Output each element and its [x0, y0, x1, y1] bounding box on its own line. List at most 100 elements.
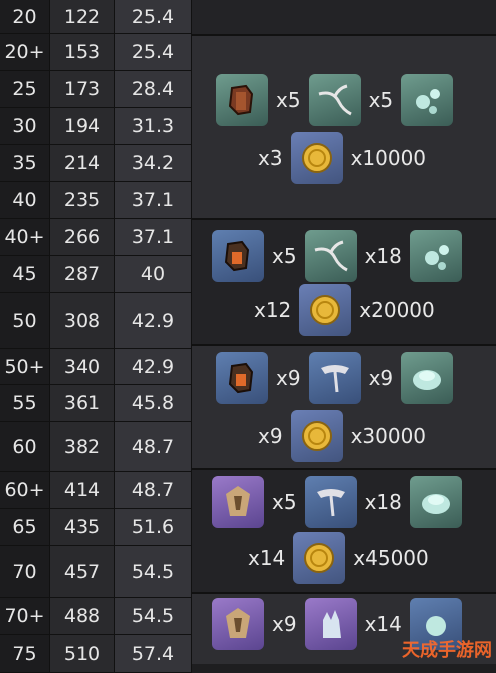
gem-cluster-icon: [212, 598, 264, 650]
secondary-stat-cell: 40: [115, 256, 192, 292]
gem-cluster-icon: [212, 476, 264, 528]
table-row: 40+ 266 37.1: [0, 219, 192, 256]
level-cell: 60+: [0, 472, 50, 508]
ore-chunk-icon: [216, 352, 268, 404]
materials-group: x5 x18 x14 x45000: [192, 468, 496, 592]
mora-qty: x20000: [359, 298, 435, 322]
secondary-stat-cell: 54.5: [115, 598, 192, 634]
table-row: 60+ 414 48.7: [0, 472, 192, 509]
secondary-stat-cell: 42.9: [115, 293, 192, 348]
level-cell: 70: [0, 546, 50, 597]
materials-line: x9 x9: [216, 352, 454, 404]
ore-chunk-icon: [212, 230, 264, 282]
materials-line: x14 x45000: [240, 532, 437, 584]
level-cell: 70+: [0, 598, 50, 634]
base-stat-cell: 266: [50, 219, 115, 255]
material-qty: x5: [368, 88, 394, 112]
table-row: 55 361 45.8: [0, 385, 192, 422]
base-stat-cell: 414: [50, 472, 115, 508]
base-stat-cell: 382: [50, 422, 115, 471]
materials-group: x9 x9 x9 x30000: [192, 344, 496, 468]
level-cell: 35: [0, 145, 50, 181]
horn-icon: [304, 476, 357, 528]
material-qty: x5: [272, 490, 297, 514]
secondary-stat-cell: 37.1: [115, 182, 192, 218]
slime-droplet-icon: [409, 230, 462, 282]
slime-blob-icon: [409, 476, 462, 528]
stats-table: 20 122 25.4 20+ 153 25.4 25 173 28.4 30 …: [0, 0, 192, 673]
base-stat-cell: 122: [50, 0, 115, 33]
table-row: 70 457 54.5: [0, 546, 192, 598]
mora-qty: x30000: [350, 424, 427, 448]
table-row: 25 173 28.4: [0, 71, 192, 108]
mora-coin-icon: [290, 410, 343, 462]
level-cell: 20: [0, 0, 50, 33]
level-cell: 40+: [0, 219, 50, 255]
materials-line: x12 x20000: [246, 284, 443, 336]
material-qty: x14: [364, 612, 402, 636]
base-stat-cell: 510: [50, 635, 115, 672]
ascension-table: 20 122 25.4 20+ 153 25.4 25 173 28.4 30 …: [0, 0, 496, 673]
level-cell: 20+: [0, 34, 50, 70]
base-stat-cell: 287: [50, 256, 115, 292]
mora-coin-icon: [293, 532, 346, 584]
glove-icon: [304, 598, 357, 650]
base-stat-cell: 488: [50, 598, 115, 634]
slime-droplet-icon: [401, 74, 454, 126]
base-stat-cell: 235: [50, 182, 115, 218]
level-cell: 30: [0, 108, 50, 144]
table-row: 70+ 488 54.5: [0, 598, 192, 635]
mora-qty: x10000: [350, 146, 427, 170]
materials-line: x5 x18: [212, 476, 462, 528]
base-stat-cell: 214: [50, 145, 115, 181]
materials-line: x9 x30000: [250, 410, 434, 462]
material-qty: x9: [272, 612, 297, 636]
base-stat-cell: 308: [50, 293, 115, 348]
table-row: 30 194 31.3: [0, 108, 192, 145]
level-cell: 75: [0, 635, 50, 672]
table-row: 65 435 51.6: [0, 509, 192, 546]
secondary-stat-cell: 31.3: [115, 108, 192, 144]
ore-chunk-icon: [216, 74, 268, 126]
material-qty: x5: [272, 244, 297, 268]
level-cell: 45: [0, 256, 50, 292]
secondary-stat-cell: 25.4: [115, 34, 192, 70]
secondary-stat-cell: 42.9: [115, 349, 192, 384]
material-qty: x3: [258, 146, 283, 170]
level-cell: 40: [0, 182, 50, 218]
base-stat-cell: 361: [50, 385, 115, 421]
horn-icon: [308, 352, 361, 404]
base-stat-cell: 173: [50, 71, 115, 107]
level-cell: 65: [0, 509, 50, 545]
mora-qty: x45000: [353, 546, 429, 570]
materials-group: x5 x18 x12 x20000: [192, 218, 496, 344]
secondary-stat-cell: 25.4: [115, 0, 192, 33]
level-cell: 25: [0, 71, 50, 107]
materials-empty: [192, 0, 496, 34]
secondary-stat-cell: 28.4: [115, 71, 192, 107]
secondary-stat-cell: 57.4: [115, 635, 192, 672]
secondary-stat-cell: 37.1: [115, 219, 192, 255]
materials-group: x5 x5 x3 x10000: [192, 34, 496, 218]
material-qty: x9: [276, 366, 301, 390]
materials-line: x5 x18: [212, 230, 462, 282]
material-qty: x5: [276, 88, 301, 112]
secondary-stat-cell: 51.6: [115, 509, 192, 545]
material-qty: x14: [248, 546, 286, 570]
material-qty: x18: [364, 490, 402, 514]
materials-line: x3 x10000: [250, 132, 434, 184]
level-cell: 55: [0, 385, 50, 421]
material-qty: x12: [254, 298, 292, 322]
base-stat-cell: 194: [50, 108, 115, 144]
level-cell: 60: [0, 422, 50, 471]
level-cell: 50+: [0, 349, 50, 384]
level-cell: 50: [0, 293, 50, 348]
secondary-stat-cell: 45.8: [115, 385, 192, 421]
table-row: 50+ 340 42.9: [0, 349, 192, 385]
table-row: 45 287 40: [0, 256, 192, 293]
material-qty: x18: [364, 244, 402, 268]
secondary-stat-cell: 48.7: [115, 422, 192, 471]
materials-line: x5 x5: [216, 74, 454, 126]
material-qty: x9: [368, 366, 394, 390]
slime-blob-icon: [401, 352, 454, 404]
